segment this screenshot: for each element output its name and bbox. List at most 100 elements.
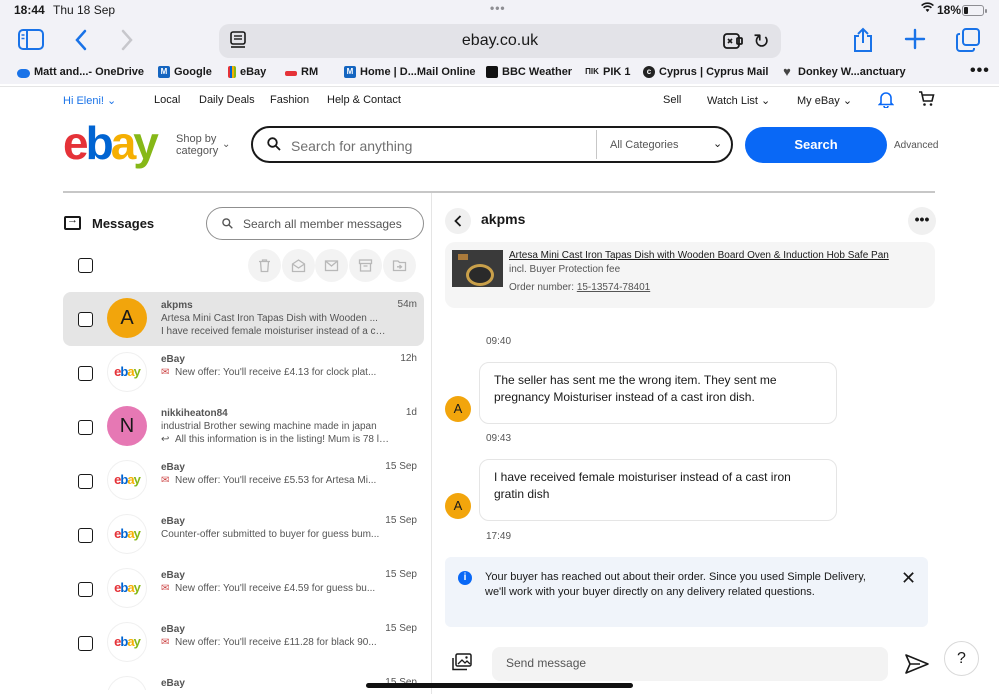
member-messages-search[interactable]: Search all member messages: [206, 207, 424, 240]
message-input[interactable]: Send message: [492, 647, 888, 681]
nav-fashion[interactable]: Fashion: [270, 94, 309, 106]
nav-sell[interactable]: Sell: [663, 94, 681, 106]
search-bar[interactable]: Search for anything All Categories ⌄: [251, 126, 733, 163]
reload-icon[interactable]: ↻: [753, 29, 770, 54]
info-text: Your buyer has reached out about their o…: [485, 571, 866, 598]
bookmark-bbc-weather[interactable]: BBC Weather: [486, 66, 572, 78]
bbc-icon: [486, 66, 498, 78]
offer-envelope-icon: ✉: [161, 367, 170, 378]
close-icon[interactable]: ✕: [901, 568, 916, 589]
add-photo-icon[interactable]: [452, 653, 472, 671]
address-bar[interactable]: ebay.co.uk ↻: [219, 24, 781, 58]
sidebar-icon[interactable]: [18, 29, 44, 55]
back-icon[interactable]: [74, 29, 88, 55]
conversation-preview: I have received female moisturiser inste…: [161, 326, 389, 337]
help-button[interactable]: ?: [944, 641, 979, 676]
ebay-avatar: ebay: [107, 352, 147, 392]
avatar: N: [107, 406, 147, 446]
item-thumbnail[interactable]: [452, 250, 503, 287]
conversation-item[interactable]: N nikkiheaton84 1d industrial Brother se…: [63, 400, 424, 454]
greeting-link[interactable]: Hi Eleni! ⌄: [63, 94, 116, 107]
conversation-item[interactable]: A akpms 54m Artesa Mini Cast Iron Tapas …: [63, 292, 424, 346]
bookmark-cyprus-mail[interactable]: c Cyprus | Cyprus Mail: [643, 66, 768, 78]
nav-watch-list[interactable]: Watch List ⌄: [707, 94, 770, 107]
conversation-item[interactable]: ebay eBay 15 Sep ✉ New offer: You'll rece…: [63, 454, 424, 508]
info-icon: i: [458, 571, 472, 585]
more-bookmarks-icon[interactable]: •••: [970, 62, 990, 80]
category-select[interactable]: All Categories: [610, 139, 678, 151]
conversation-item[interactable]: ebay eBay 15 Sep ✉ New offer: You'll rece…: [63, 562, 424, 616]
conversation-checkbox[interactable]: [78, 474, 93, 489]
forward-icon[interactable]: [120, 29, 134, 55]
bookmark-ebay[interactable]: eBay: [228, 66, 266, 78]
new-tab-icon[interactable]: [904, 28, 926, 54]
reply-icon: ↩: [161, 434, 170, 445]
conversation-checkbox[interactable]: [78, 312, 93, 327]
offer-envelope-icon: ✉: [161, 637, 170, 648]
bookmark-pik[interactable]: ΠΙΚ PIK 1: [585, 66, 631, 78]
conversation-item[interactable]: ebay eBay 15 Sep ✉ New offer: You'll rece…: [63, 616, 424, 670]
bookmark-label: Google: [174, 66, 212, 78]
bookmark-dailymail[interactable]: M Home | D...Mail Online: [344, 66, 476, 78]
nav-help-contact[interactable]: Help & Contact: [327, 94, 401, 106]
conversation-item[interactable]: ebay eBay 12h ✉ New offer: You'll receive…: [63, 346, 424, 400]
cart-icon[interactable]: [918, 91, 935, 110]
archive-button[interactable]: [349, 249, 382, 282]
conversation-checkbox[interactable]: [78, 366, 93, 381]
conversation-checkbox[interactable]: [78, 528, 93, 543]
conversation-preview-row: ↩ All this information is in the listing!…: [161, 434, 389, 445]
chevron-down-icon[interactable]: ⌄: [713, 137, 722, 150]
tabs-overview-icon[interactable]: [956, 28, 980, 56]
ebay-avatar: ebay: [107, 568, 147, 608]
shop-by-category[interactable]: Shop by category: [176, 133, 218, 157]
more-options-button[interactable]: •••: [908, 207, 936, 235]
mark-unread-button[interactable]: [315, 249, 348, 282]
search-icon: [222, 218, 233, 229]
member-search-input[interactable]: Search all member messages: [243, 217, 402, 231]
item-title-link[interactable]: Artesa Mini Cast Iron Tapas Dish with Wo…: [509, 250, 889, 261]
open-envelope-icon: [291, 259, 306, 273]
select-all-checkbox[interactable]: [78, 258, 93, 273]
conversation-sender: eBay: [161, 678, 185, 689]
my-ebay-label: My eBay: [797, 95, 840, 107]
conversation-checkbox[interactable]: [78, 636, 93, 651]
search-input[interactable]: Search for anything: [291, 138, 412, 154]
extension-icon[interactable]: [722, 31, 744, 51]
search-button[interactable]: Search: [745, 127, 887, 163]
advanced-search-link[interactable]: Advanced: [894, 140, 938, 151]
back-button[interactable]: [445, 208, 471, 234]
bookmark-donkey[interactable]: ♥ Donkey W...anctuary: [780, 65, 906, 78]
bookmark-label: Matt and...- OneDrive: [34, 66, 145, 78]
share-icon[interactable]: [852, 27, 874, 57]
home-indicator[interactable]: [366, 683, 633, 688]
order-number-row: Order number: 15-13574-78401: [509, 282, 650, 293]
conversation-checkbox[interactable]: [78, 582, 93, 597]
nav-my-ebay[interactable]: My eBay ⌄: [797, 94, 852, 107]
bookmark-onedrive[interactable]: Matt and...- OneDrive: [17, 66, 144, 78]
conversation-time: 54m: [397, 299, 417, 310]
conversation-subject: Artesa Mini Cast Iron Tapas Dish with Wo…: [161, 313, 378, 324]
bookmark-google[interactable]: M Google: [158, 66, 212, 78]
send-icon[interactable]: [904, 653, 930, 675]
multitask-dots-icon[interactable]: •••: [490, 1, 506, 15]
folder-icon: [392, 260, 407, 272]
delete-button[interactable]: [248, 249, 281, 282]
bookmark-rm[interactable]: RM: [285, 66, 318, 78]
mark-read-button[interactable]: [282, 249, 315, 282]
order-number-link[interactable]: 15-13574-78401: [577, 282, 650, 293]
messages-icon: [64, 214, 81, 230]
ebay-logo[interactable]: ebay: [63, 120, 159, 166]
conversation-checkbox[interactable]: [78, 420, 93, 435]
order-item-card[interactable]: Artesa Mini Cast Iron Tapas Dish with Wo…: [445, 242, 935, 308]
conversation-list: A akpms 54m Artesa Mini Cast Iron Tapas …: [63, 292, 425, 690]
ebay-top-nav: Hi Eleni! ⌄ Local Daily Deals Fashion He…: [0, 86, 999, 112]
conversation-item[interactable]: ebay eBay 15 Sep Counter-offer submitted…: [63, 508, 424, 562]
message-timestamp: 09:40: [486, 336, 512, 347]
nav-local[interactable]: Local: [154, 94, 180, 106]
bookmark-label: PIK 1: [603, 66, 631, 78]
nav-daily-deals[interactable]: Daily Deals: [199, 94, 255, 106]
chevron-down-icon[interactable]: ⌄: [222, 139, 230, 150]
bookmark-label: Donkey W...anctuary: [798, 66, 906, 78]
move-to-folder-button[interactable]: [383, 249, 416, 282]
notification-bell-icon[interactable]: [877, 91, 895, 111]
